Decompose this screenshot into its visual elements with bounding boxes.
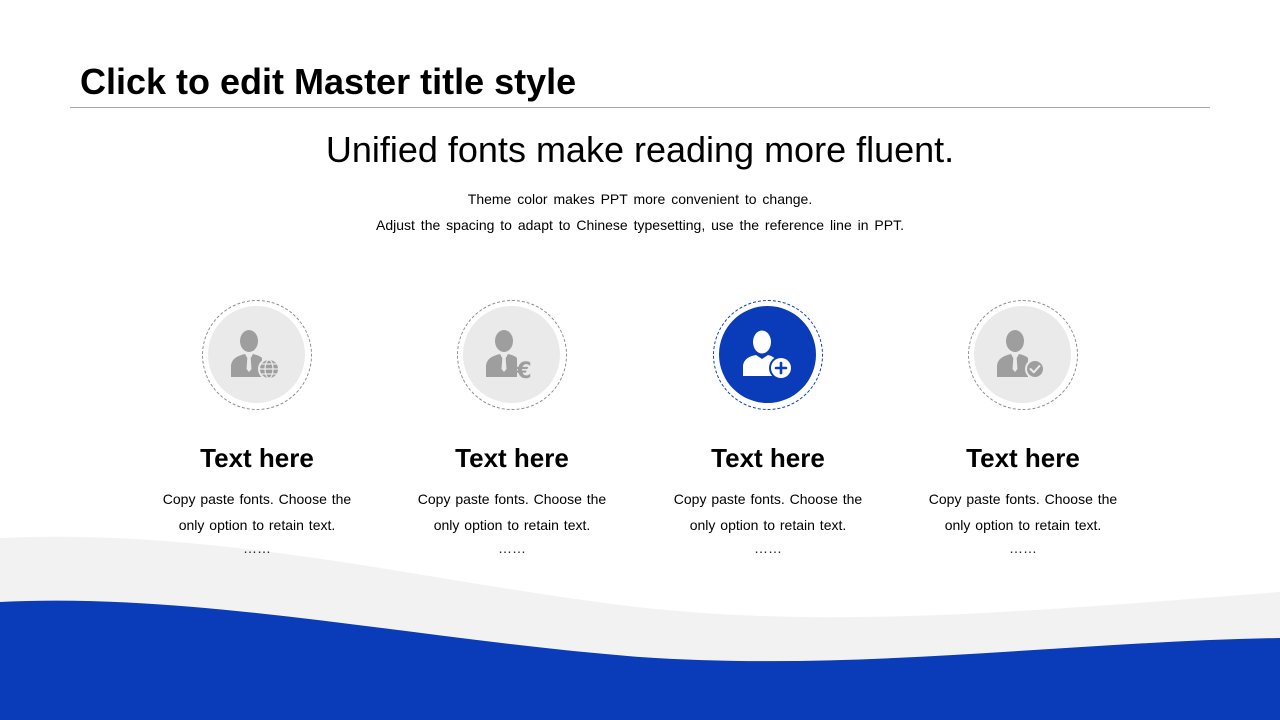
subtitle-line-1[interactable]: Theme color makes PPT more convenient to… bbox=[0, 190, 1280, 208]
card-description[interactable]: Copy paste fonts. Choose the only option… bbox=[893, 486, 1153, 538]
card-title[interactable]: Text here bbox=[893, 442, 1153, 474]
card-description-line-1: Copy paste fonts. Choose the bbox=[673, 491, 863, 507]
card-ellipsis: …… bbox=[754, 540, 782, 556]
card-ellipsis: …… bbox=[1009, 540, 1037, 556]
feature-card-2: € Text here Copy paste fonts. Choose the… bbox=[382, 300, 642, 558]
icon-circle: € bbox=[457, 300, 567, 410]
title-divider bbox=[70, 107, 1210, 108]
businessman-check-icon bbox=[996, 329, 1045, 379]
card-description-line-2: only option to retain text. bbox=[178, 517, 336, 533]
subtitle-line-2[interactable]: Adjust the spacing to adapt to Chinese t… bbox=[0, 216, 1280, 234]
card-description-line-2: only option to retain text. bbox=[689, 517, 847, 533]
icon-circle bbox=[713, 300, 823, 410]
feature-card-3: Text here Copy paste fonts. Choose the o… bbox=[638, 300, 898, 558]
feature-card-1: Text here Copy paste fonts. Choose the o… bbox=[127, 300, 387, 558]
card-ellipsis: …… bbox=[498, 540, 526, 556]
card-title[interactable]: Text here bbox=[638, 442, 898, 474]
card-description-line-2: only option to retain text. bbox=[433, 517, 591, 533]
businessman-euro-icon: € bbox=[485, 329, 531, 381]
icon-circle bbox=[968, 300, 1078, 410]
user-add-icon bbox=[742, 330, 793, 380]
card-description-line-1: Copy paste fonts. Choose the bbox=[162, 491, 352, 507]
card-description[interactable]: Copy paste fonts. Choose the only option… bbox=[382, 486, 642, 538]
card-description[interactable]: Copy paste fonts. Choose the only option… bbox=[127, 486, 387, 538]
light-gray-wave bbox=[0, 536, 1280, 720]
card-title[interactable]: Text here bbox=[127, 442, 387, 474]
card-description[interactable]: Copy paste fonts. Choose the only option… bbox=[638, 486, 898, 538]
card-description-line-1: Copy paste fonts. Choose the bbox=[417, 491, 607, 507]
card-title[interactable]: Text here bbox=[382, 442, 642, 474]
headline[interactable]: Unified fonts make reading more fluent. bbox=[0, 128, 1280, 172]
feature-card-4: Text here Copy paste fonts. Choose the o… bbox=[893, 300, 1153, 558]
svg-text:€: € bbox=[515, 359, 531, 381]
businessman-globe-icon bbox=[230, 329, 280, 380]
icon-circle bbox=[202, 300, 312, 410]
card-description-line-1: Copy paste fonts. Choose the bbox=[928, 491, 1118, 507]
card-description-line-2: only option to retain text. bbox=[944, 517, 1102, 533]
master-title[interactable]: Click to edit Master title style bbox=[80, 60, 576, 104]
blue-wave bbox=[0, 600, 1280, 720]
card-ellipsis: …… bbox=[243, 540, 271, 556]
